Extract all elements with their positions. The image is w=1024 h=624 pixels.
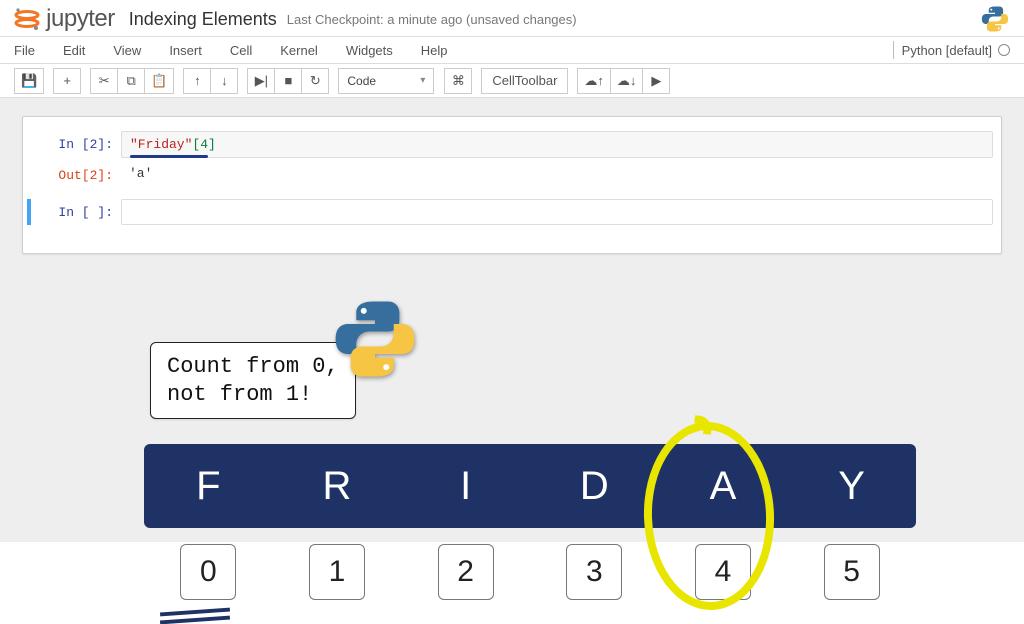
- checkpoint-status: Last Checkpoint: a minute ago (unsaved c…: [287, 12, 577, 27]
- command-palette-button[interactable]: ⌘: [444, 68, 472, 94]
- letter-cell: Y: [787, 464, 916, 509]
- token-number: 4: [200, 137, 208, 152]
- letter-cell: I: [401, 464, 530, 509]
- run-step-button[interactable]: ▶|: [247, 68, 275, 94]
- index-box: 5: [824, 544, 880, 600]
- save-icon: 💾: [21, 73, 37, 89]
- paste-icon: 📋: [151, 73, 167, 89]
- jupyter-planet-icon: [14, 6, 40, 32]
- annotation: Count from 0, not from 1!: [150, 342, 356, 419]
- kernel-status-icon: [998, 44, 1010, 56]
- cut-icon: ✂: [99, 73, 110, 89]
- index-box: 0: [180, 544, 236, 600]
- kernel-name-label: Python [default]: [902, 43, 992, 58]
- cloud-upload-icon: ☁↑: [584, 73, 604, 89]
- code-cell[interactable]: In [ ]:: [31, 199, 993, 225]
- emphasis-underline: [160, 610, 230, 624]
- notebook-title[interactable]: Indexing Elements: [129, 9, 277, 30]
- letters-row: F R I D A Y: [144, 444, 916, 528]
- upload-button[interactable]: ☁↑: [577, 68, 611, 94]
- keyboard-icon: ⌘: [452, 73, 465, 89]
- paste-button[interactable]: 📋: [144, 68, 174, 94]
- emphasis-underline: [130, 155, 208, 158]
- index-box: 4: [695, 544, 751, 600]
- menu-insert[interactable]: Insert: [169, 43, 218, 58]
- kernel-indicator[interactable]: Python [default]: [893, 41, 1010, 59]
- jupyter-wordmark: jupyter: [40, 5, 115, 33]
- arrow-up-icon: ↑: [194, 73, 201, 88]
- in-prompt: In [2]:: [31, 131, 121, 152]
- menu-edit[interactable]: Edit: [63, 43, 101, 58]
- menu-view[interactable]: View: [113, 43, 157, 58]
- out-prompt: Out[2]:: [31, 162, 121, 183]
- plus-icon: +: [63, 73, 71, 88]
- menu-widgets[interactable]: Widgets: [346, 43, 409, 58]
- notebook-panel: In [2]: "Friday"[4] Out[2]: 'a' In [ ]:: [22, 116, 1002, 254]
- play-icon: ▶: [651, 73, 661, 89]
- code-input[interactable]: [121, 199, 993, 225]
- letter-cell: R: [273, 464, 402, 509]
- output-row: Out[2]: 'a': [31, 162, 993, 185]
- copy-icon: ⧉: [127, 73, 136, 89]
- letter-cell: A: [659, 464, 788, 509]
- token-bracket-close: ]: [208, 137, 216, 152]
- interrupt-button[interactable]: ■: [274, 68, 302, 94]
- index-box: 1: [309, 544, 365, 600]
- string-index-diagram: F R I D A Y 0 1 2 3 4 5: [144, 444, 916, 600]
- cell-type-value: Code: [347, 74, 376, 88]
- letter-cell: F: [144, 464, 273, 509]
- cell-type-select[interactable]: Code: [338, 68, 434, 94]
- code-cell[interactable]: In [2]: "Friday"[4]: [31, 131, 993, 158]
- token-string: "Friday": [130, 137, 192, 152]
- move-up-button[interactable]: ↑: [183, 68, 211, 94]
- menubar: File Edit View Insert Cell Kernel Widget…: [0, 36, 1024, 64]
- python-icon: [330, 294, 420, 384]
- cut-button[interactable]: ✂: [90, 68, 118, 94]
- index-box: 2: [438, 544, 494, 600]
- letter-cell: D: [530, 464, 659, 509]
- menu-help[interactable]: Help: [421, 43, 464, 58]
- output-text: 'a': [121, 162, 993, 185]
- download-button[interactable]: ☁↓: [610, 68, 644, 94]
- restart-icon: ↻: [310, 73, 321, 89]
- save-button[interactable]: 💾: [14, 68, 44, 94]
- highlight-stroke: [693, 415, 713, 435]
- code-input[interactable]: "Friday"[4]: [121, 131, 993, 158]
- present-button[interactable]: ▶: [642, 68, 670, 94]
- insert-cell-button[interactable]: +: [53, 68, 81, 94]
- menu-cell[interactable]: Cell: [230, 43, 268, 58]
- copy-button[interactable]: ⧉: [117, 68, 145, 94]
- notebook-header: jupyter Indexing Elements Last Checkpoin…: [0, 0, 1024, 36]
- run-step-icon: ▶|: [255, 73, 268, 89]
- jupyter-logo[interactable]: jupyter: [14, 5, 115, 33]
- notebook-area: In [2]: "Friday"[4] Out[2]: 'a' In [ ]:: [0, 98, 1024, 542]
- indices-row: 0 1 2 3 4 5: [144, 544, 916, 600]
- stop-icon: ■: [284, 73, 292, 88]
- in-prompt: In [ ]:: [31, 199, 121, 220]
- menu-file[interactable]: File: [14, 43, 51, 58]
- toolbar: 💾 + ✂ ⧉ 📋 ↑ ↓ ▶| ■ ↻ Code ⌘ CellToolbar …: [0, 64, 1024, 98]
- python-icon: [980, 4, 1010, 34]
- menu-kernel[interactable]: Kernel: [280, 43, 334, 58]
- cell-toolbar-label: CellToolbar: [492, 73, 557, 88]
- restart-button[interactable]: ↻: [301, 68, 329, 94]
- cell-toolbar-button[interactable]: CellToolbar: [481, 68, 568, 94]
- move-down-button[interactable]: ↓: [210, 68, 238, 94]
- annotation-text: Count from 0, not from 1!: [150, 342, 356, 419]
- arrow-down-icon: ↓: [221, 73, 228, 88]
- index-box: 3: [566, 544, 622, 600]
- cloud-download-icon: ☁↓: [617, 73, 637, 89]
